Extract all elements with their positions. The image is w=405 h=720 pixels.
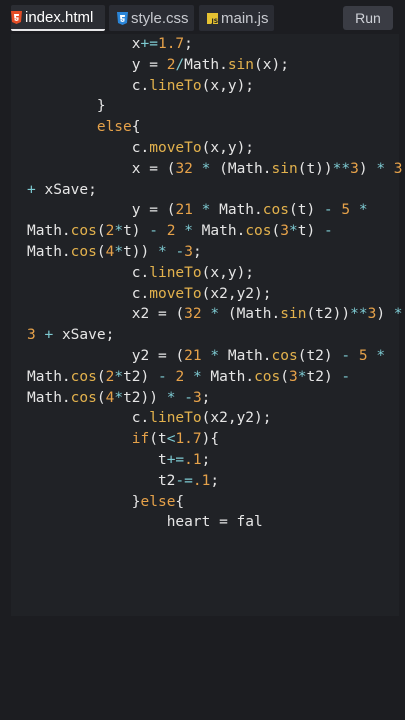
code-line: y = 2/Math.sin(x);: [131, 56, 289, 73]
code-line: c.lineTo(x,y);: [131, 264, 255, 281]
code-line: c.lineTo(x,y);: [131, 77, 255, 94]
html5-icon: [11, 10, 22, 24]
tab-main-js[interactable]: JS main.js: [199, 5, 274, 31]
code-content: x+=1.7; y = 2/Math.sin(x); c.lineTo(x,y)…: [27, 34, 403, 533]
code-line: 3 + xSave;: [27, 327, 115, 344]
code-line: t+=.1;: [157, 451, 211, 468]
code-line: x+=1.7;: [131, 36, 193, 52]
tab-label: index.html: [25, 8, 94, 26]
svg-text:JS: JS: [211, 18, 219, 24]
code-line: Math.cos(4*t2)) * -3;: [27, 389, 211, 406]
code-line: }else{: [131, 493, 185, 510]
code-line: x2 = (32 * (Math.sin(t2))**3) *: [131, 306, 403, 323]
tab-index-html[interactable]: index.html: [11, 5, 105, 31]
code-editor[interactable]: x+=1.7; y = 2/Math.sin(x); c.lineTo(x,y)…: [11, 34, 403, 616]
tab-label: main.js: [221, 9, 269, 27]
run-button[interactable]: Run: [343, 6, 393, 30]
css3-icon: [117, 11, 128, 25]
code-line: else{: [96, 119, 141, 136]
tab-style-css[interactable]: style.css: [109, 5, 194, 31]
code-line: y2 = (21 * Math.cos(t2) - 5 *: [131, 347, 386, 364]
code-line: x = (32 * (Math.sin(t))**3) * 3: [131, 160, 403, 177]
code-line: + xSave;: [27, 181, 97, 198]
code-line: Math.cos(2*t2) - 2 * Math.cos(3*t2) -: [27, 368, 351, 385]
code-line: c.lineTo(x2,y2);: [131, 410, 272, 427]
code-line: c.moveTo(x2,y2);: [131, 285, 272, 302]
code-line: t2-=.1;: [157, 472, 220, 489]
code-line: Math.cos(4*t)) * -3;: [27, 243, 202, 260]
js-icon: JS: [207, 12, 219, 24]
code-line: Math.cos(2*t) - 2 * Math.cos(3*t) -: [27, 223, 333, 240]
code-line: if(t<1.7){: [131, 431, 220, 448]
code-line: heart = fal: [166, 514, 263, 531]
code-line: c.moveTo(x,y);: [131, 139, 255, 156]
code-line: y = (21 * Math.cos(t) - 5 *: [131, 202, 368, 219]
tab-bar: index.html style.css JS main.js Run: [0, 0, 405, 34]
code-line: }: [96, 98, 106, 115]
tab-label: style.css: [131, 9, 189, 27]
